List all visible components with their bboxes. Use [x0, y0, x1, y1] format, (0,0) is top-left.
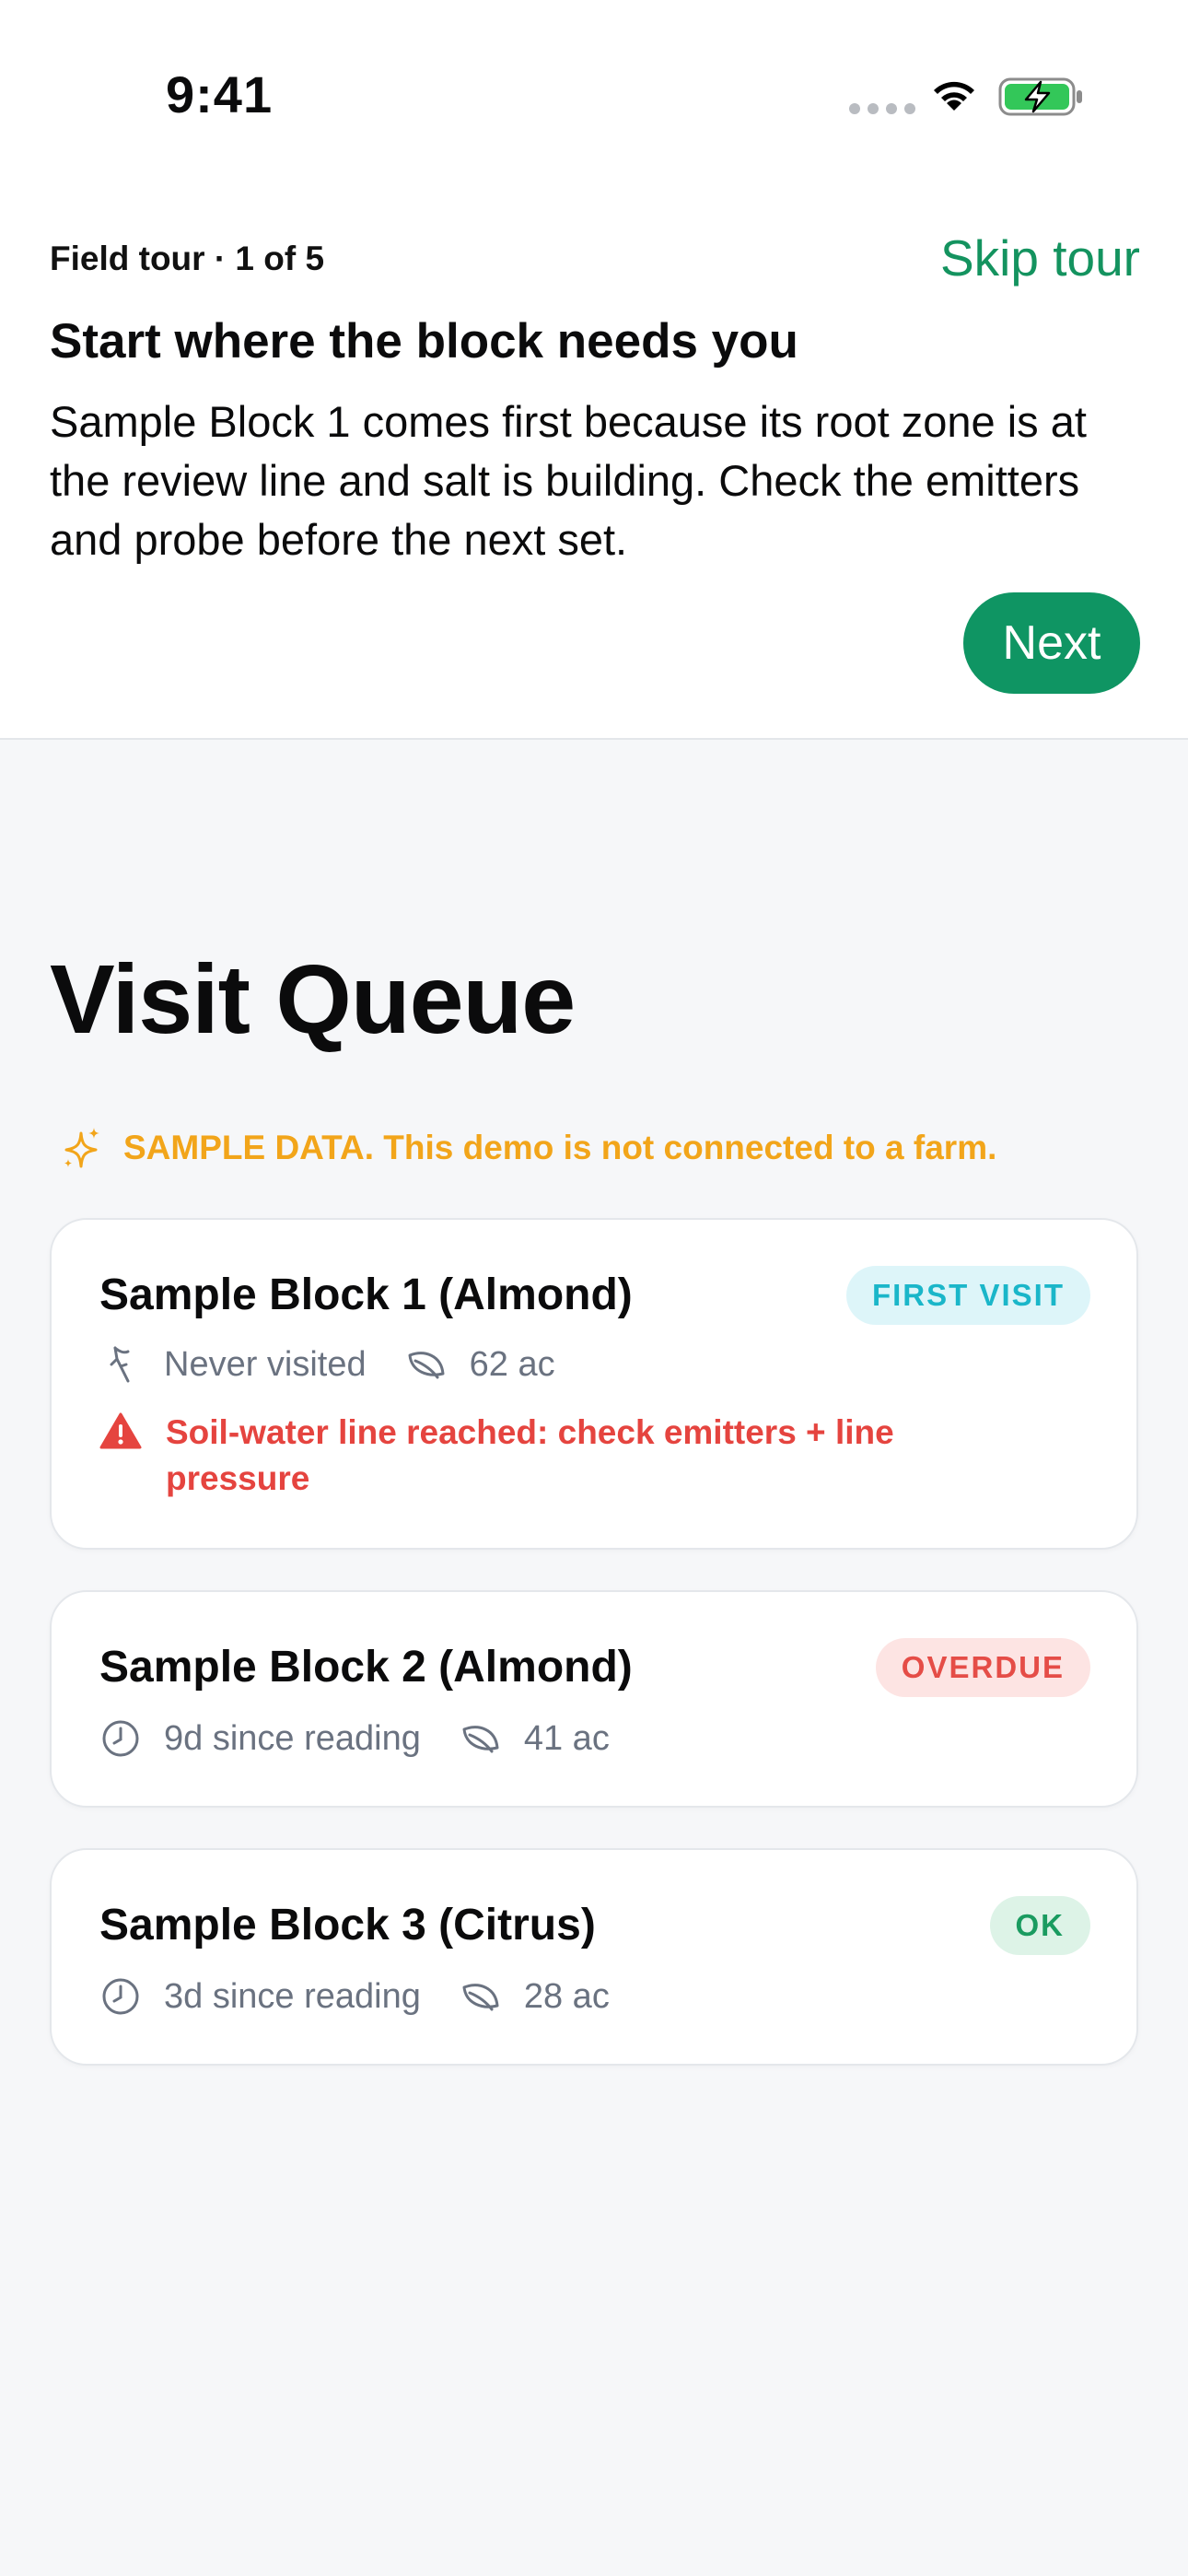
battery-charging-icon [998, 77, 1082, 116]
block-alert: Soil-water line reached: check emitters … [99, 1410, 928, 1502]
page-title: Visit Queue [50, 945, 576, 1054]
reading-age: 3d since reading [164, 1976, 421, 2016]
probe-icon [99, 1343, 142, 1386]
block-name: Sample Block 3 (Citrus) [99, 1901, 596, 1950]
status-bar: 9:41 [0, 0, 1188, 184]
block-meta: 3d since reading 28 ac [99, 1975, 610, 2018]
block-meta: 9d since reading 41 ac [99, 1717, 610, 1760]
block-area: 62 ac [469, 1344, 555, 1384]
clock-icon [99, 1975, 142, 2018]
alert-text: Soil-water line reached: check emitters … [166, 1413, 894, 1497]
sample-data-text: SAMPLE DATA. This demo is not connected … [123, 1129, 997, 1166]
wifi-icon [934, 81, 974, 111]
sample-data-banner: SAMPLE DATA. This demo is not connected … [61, 1126, 996, 1170]
visit-status-text: Never visited [164, 1344, 367, 1384]
tour-body: Sample Block 1 comes first because its r… [50, 397, 1087, 564]
visit-card-block-2[interactable]: Sample Block 2 (Almond) OVERDUE 9d since… [50, 1590, 1138, 1808]
block-area: 41 ac [523, 1718, 610, 1758]
reading-age: 9d since reading [164, 1718, 421, 1758]
status-badge: OK [989, 1896, 1090, 1955]
leaf-icon [460, 1717, 502, 1760]
sparkles-icon [64, 1128, 99, 1168]
block-meta: Never visited 62 ac [99, 1343, 555, 1386]
block-name: Sample Block 1 (Almond) [99, 1270, 633, 1319]
leaf-icon [460, 1975, 502, 2018]
tour-panel: 9:41 Field tour · 1 of 5 Skip tour Start… [0, 0, 1188, 740]
next-button[interactable]: Next [963, 592, 1140, 694]
warning-triangle-icon [99, 1411, 142, 1454]
tour-step-indicator: Field tour · 1 of 5 [50, 240, 325, 277]
cellular-signal-icon [849, 103, 915, 114]
block-name: Sample Block 2 (Almond) [99, 1643, 633, 1692]
clock-icon [99, 1717, 142, 1760]
status-time: 9:41 [166, 65, 274, 123]
skip-tour-button[interactable]: Skip tour [940, 228, 1140, 287]
leaf-icon [405, 1343, 448, 1386]
block-area: 28 ac [523, 1976, 610, 2016]
tour-title: Start where the block needs you [50, 314, 798, 369]
visit-card-block-1[interactable]: Sample Block 1 (Almond) FIRST VISIT Neve… [50, 1218, 1138, 1550]
status-badge: OVERDUE [875, 1638, 1090, 1697]
status-badge: FIRST VISIT [845, 1266, 1090, 1325]
visit-card-block-3[interactable]: Sample Block 3 (Citrus) OK 3d since read… [50, 1848, 1138, 2066]
